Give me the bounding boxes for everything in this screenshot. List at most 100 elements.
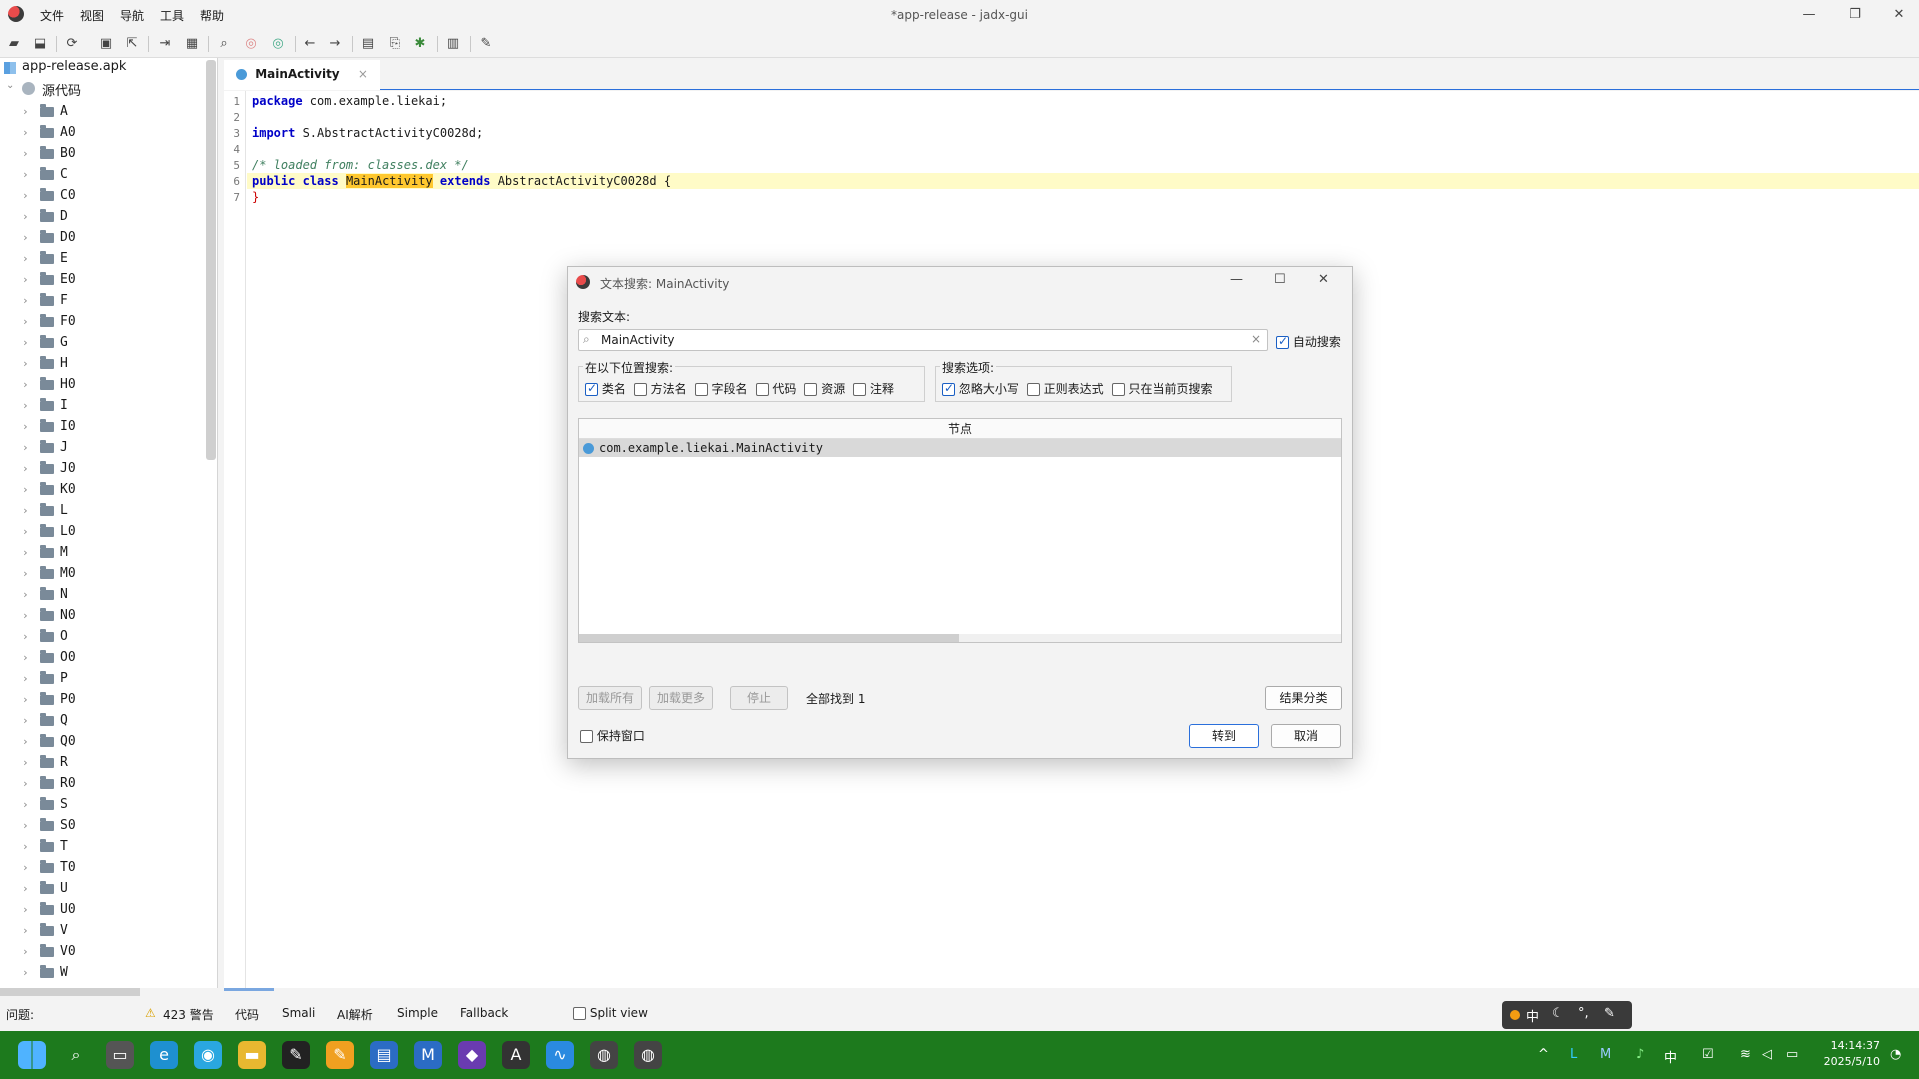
stop-button[interactable]: 停止 bbox=[730, 686, 788, 710]
tree-folder-item[interactable]: › L0 bbox=[0, 521, 206, 542]
tree-folder-item[interactable]: › F bbox=[0, 290, 206, 311]
chevron-right-icon[interactable]: › bbox=[22, 836, 29, 857]
chat-app-icon[interactable]: ∿ bbox=[546, 1041, 574, 1069]
tree-folder-item[interactable]: › G bbox=[0, 332, 206, 353]
search-usage-icon[interactable]: ◎ bbox=[268, 34, 288, 54]
close-button[interactable]: ✕ bbox=[1884, 4, 1914, 26]
ime-mode[interactable]: 中 bbox=[1526, 1006, 1539, 1025]
chevron-right-icon[interactable]: › bbox=[22, 857, 29, 878]
log-icon[interactable]: ▥ bbox=[443, 34, 463, 54]
chevron-right-icon[interactable]: › bbox=[22, 500, 29, 521]
tab-close-icon[interactable]: × bbox=[358, 67, 368, 81]
chevron-right-icon[interactable]: › bbox=[22, 689, 29, 710]
tree-folder-item[interactable]: › N bbox=[0, 584, 206, 605]
chevron-right-icon[interactable]: › bbox=[22, 101, 29, 122]
chevron-right-icon[interactable]: › bbox=[22, 626, 29, 647]
result-row[interactable]: com.example.liekai.MainActivity bbox=[579, 439, 1341, 457]
search-in-checkbox[interactable] bbox=[694, 383, 708, 396]
notes-app-icon[interactable]: ✎ bbox=[326, 1041, 354, 1069]
chevron-right-icon[interactable]: › bbox=[22, 920, 29, 941]
chevron-right-icon[interactable]: › bbox=[22, 185, 29, 206]
chevron-right-icon[interactable]: › bbox=[22, 752, 29, 773]
bookmark-icon[interactable]: ⎘ bbox=[385, 34, 405, 54]
packages-icon[interactable]: ▦ bbox=[182, 34, 202, 54]
tree-folder-item[interactable]: › J0 bbox=[0, 458, 206, 479]
tree-folder-item[interactable]: › J bbox=[0, 437, 206, 458]
jadx-taskbar-icon[interactable]: ◍ bbox=[590, 1041, 618, 1069]
tab-mainactivity[interactable]: MainActivity × bbox=[224, 60, 380, 90]
search-option-checkbox[interactable] bbox=[942, 381, 955, 396]
tree-folder-item[interactable]: › K0 bbox=[0, 479, 206, 500]
tree-vertical-scrollbar[interactable] bbox=[206, 60, 216, 460]
tree-folder-item[interactable]: › O bbox=[0, 626, 206, 647]
auto-search-option[interactable]: 自动搜索 bbox=[1276, 333, 1341, 350]
tree-folder-item[interactable]: › C bbox=[0, 164, 206, 185]
split-view-toggle[interactable]: Split view bbox=[573, 1006, 648, 1020]
task-view-icon[interactable]: ▭ bbox=[106, 1041, 134, 1069]
battery-icon[interactable]: ▭ bbox=[1786, 1047, 1798, 1062]
start-icon[interactable] bbox=[18, 1041, 46, 1069]
search-option-option[interactable]: 忽略大小写 bbox=[942, 381, 1019, 396]
tree-folder-item[interactable]: › M0 bbox=[0, 563, 206, 584]
tree-folder-item[interactable]: › I0 bbox=[0, 416, 206, 437]
search-in-option[interactable]: 注释 bbox=[853, 382, 894, 396]
tree-folder-item[interactable]: › R0 bbox=[0, 773, 206, 794]
chevron-right-icon[interactable]: › bbox=[22, 710, 29, 731]
search-option-option[interactable]: 只在当前页搜索 bbox=[1111, 382, 1213, 396]
chevron-right-icon[interactable]: › bbox=[22, 311, 29, 332]
search-option-checkbox[interactable] bbox=[1111, 383, 1125, 396]
chevron-right-icon[interactable]: › bbox=[22, 962, 29, 983]
tree-folder-item[interactable]: › V bbox=[0, 920, 206, 941]
tree-horizontal-scrollbar[interactable] bbox=[0, 988, 140, 996]
goto-button[interactable]: 转到 bbox=[1189, 724, 1259, 748]
tab-ai-analysis[interactable]: AI解析 bbox=[337, 1006, 373, 1023]
debug-icon[interactable]: ✱ bbox=[410, 34, 430, 54]
tray-checkbox-icon[interactable]: ☑ bbox=[1702, 1047, 1714, 1062]
tray-app-icon[interactable]: L bbox=[1570, 1047, 1577, 1062]
chevron-right-icon[interactable]: › bbox=[22, 773, 29, 794]
search-option-checkbox[interactable] bbox=[1026, 383, 1040, 396]
sync-icon[interactable]: ⟳ bbox=[62, 34, 82, 54]
tree-folder-item[interactable]: › N0 bbox=[0, 605, 206, 626]
tree-expand-icon[interactable]: ⌄ bbox=[6, 80, 14, 91]
chevron-right-icon[interactable]: › bbox=[22, 941, 29, 962]
tree-source-code[interactable]: 源代码 bbox=[42, 80, 81, 99]
tray-language[interactable]: 中 bbox=[1664, 1047, 1677, 1066]
chevron-right-icon[interactable]: › bbox=[22, 794, 29, 815]
open-file-icon[interactable]: ▰ bbox=[4, 34, 24, 54]
forward-icon[interactable]: → bbox=[325, 34, 345, 54]
ime-toolbar[interactable]: 中 ☾ °, ✎ bbox=[1502, 1001, 1632, 1029]
chevron-right-icon[interactable]: › bbox=[22, 731, 29, 752]
chevron-right-icon[interactable]: › bbox=[22, 416, 29, 437]
tree-folder-item[interactable]: › U bbox=[0, 878, 206, 899]
tree-folder-item[interactable]: › S bbox=[0, 794, 206, 815]
search-in-checkbox[interactable] bbox=[853, 383, 867, 396]
chevron-right-icon[interactable]: › bbox=[22, 143, 29, 164]
project-tree[interactable]: app-release.apk ⌄ 源代码 › A › A0 › B0 › C › C0 › D › D0… bbox=[0, 58, 218, 988]
chevron-right-icon[interactable]: › bbox=[22, 521, 29, 542]
search-option-option[interactable]: 正则表达式 bbox=[1026, 382, 1104, 396]
notification-icon[interactable]: ◔ bbox=[1890, 1047, 1901, 1062]
tab-simple[interactable]: Simple bbox=[397, 1006, 438, 1020]
results-table[interactable]: 节点 com.example.liekai.MainActivity bbox=[578, 418, 1342, 643]
search-in-option[interactable]: 资源 bbox=[804, 382, 845, 396]
tree-folder-item[interactable]: › U0 bbox=[0, 899, 206, 920]
sort-results-button[interactable]: 结果分类 bbox=[1265, 686, 1342, 710]
dialog-maximize-button[interactable]: ☐ bbox=[1274, 272, 1286, 287]
tree-folder-item[interactable]: › B0 bbox=[0, 143, 206, 164]
results-hscroll-thumb[interactable] bbox=[579, 634, 959, 642]
keep-window-checkbox[interactable] bbox=[580, 730, 593, 743]
tree-folder-item[interactable]: › C0 bbox=[0, 185, 206, 206]
chevron-right-icon[interactable]: › bbox=[22, 248, 29, 269]
search-icon[interactable]: ⌕ bbox=[214, 34, 234, 54]
tree-folder-item[interactable]: › W bbox=[0, 962, 206, 983]
dialog-close-button[interactable]: ✕ bbox=[1318, 272, 1329, 287]
flatten-icon[interactable]: ⇥ bbox=[155, 34, 175, 54]
tree-folder-item[interactable]: › R bbox=[0, 752, 206, 773]
tree-folder-item[interactable]: › V0 bbox=[0, 941, 206, 962]
results-column-header[interactable]: 节点 bbox=[579, 419, 1341, 439]
chevron-right-icon[interactable]: › bbox=[22, 815, 29, 836]
tree-folder-item[interactable]: › D bbox=[0, 206, 206, 227]
tree-folder-item[interactable]: › P bbox=[0, 668, 206, 689]
tree-folder-item[interactable]: › H0 bbox=[0, 374, 206, 395]
